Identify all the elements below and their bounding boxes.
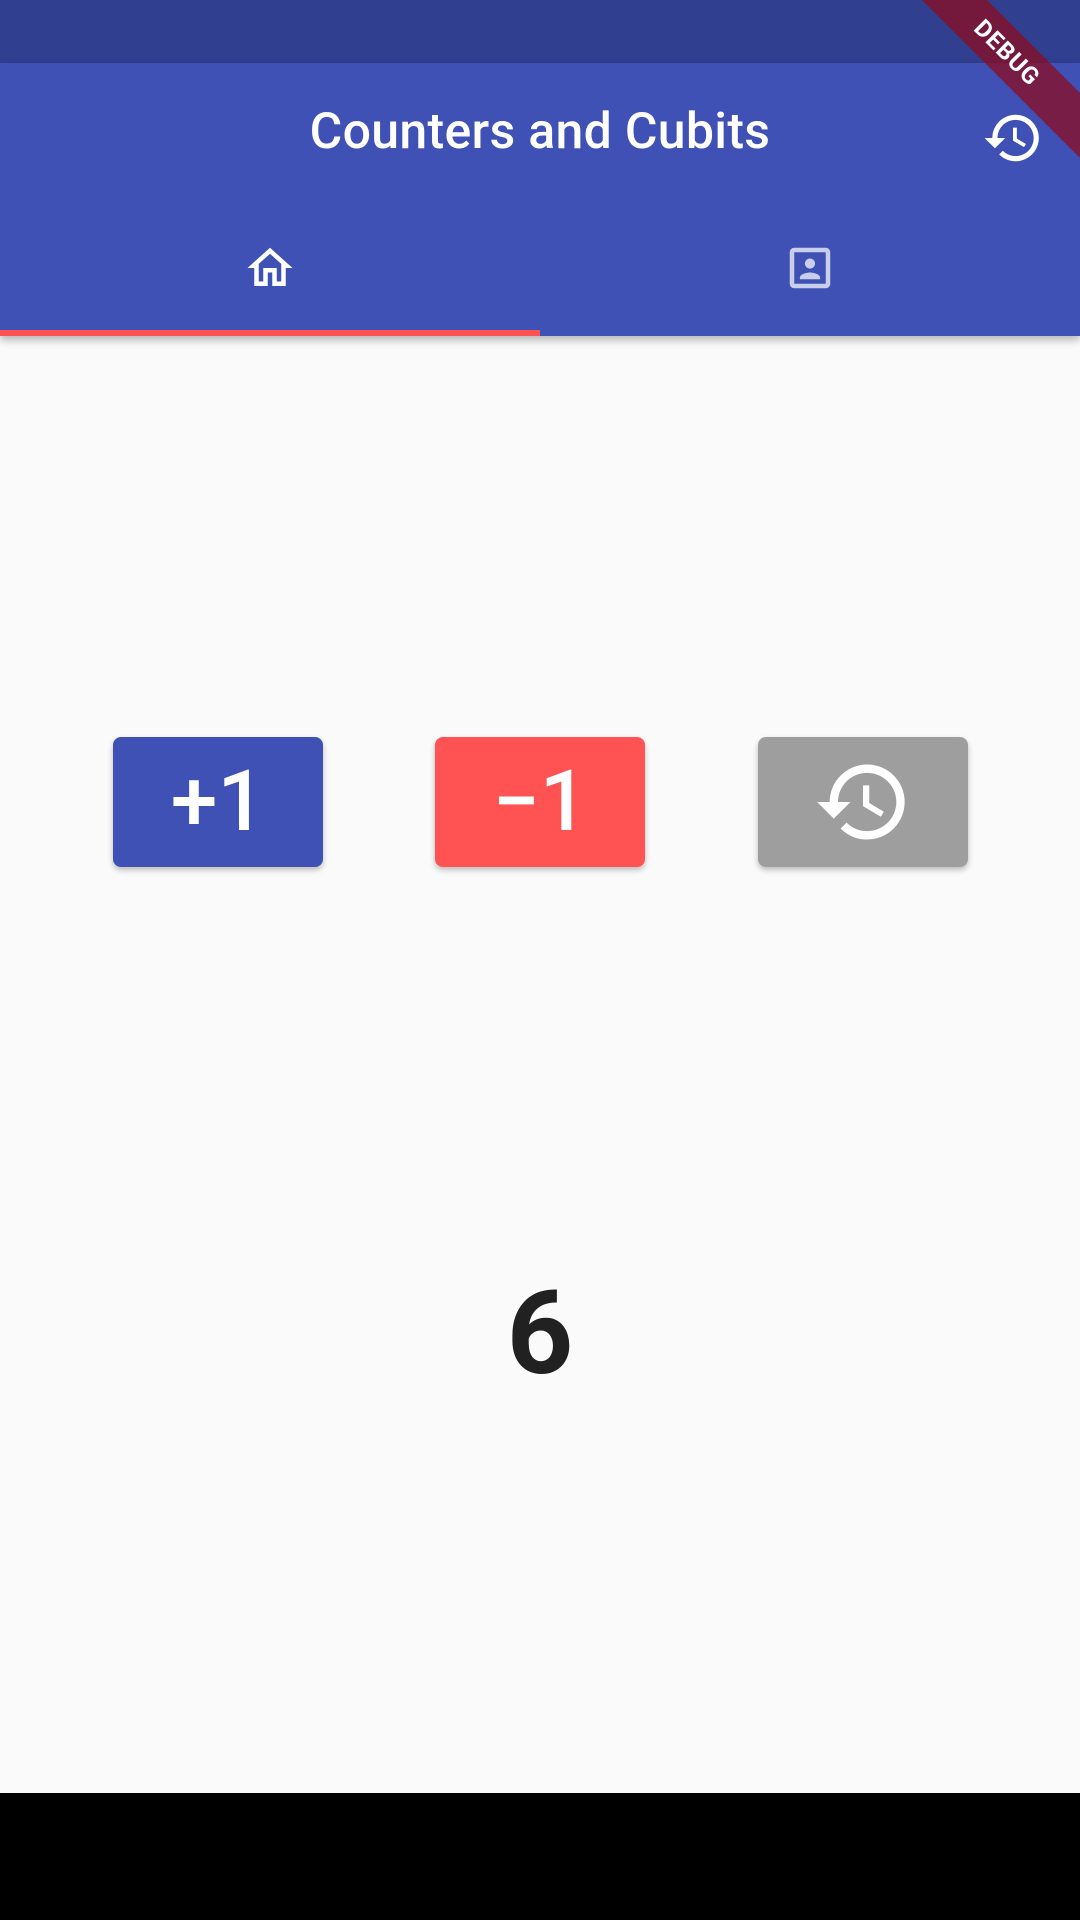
portrait-icon <box>789 247 831 289</box>
tab-selected-indicator <box>0 330 540 336</box>
increment-button[interactable]: +1 <box>113 737 323 867</box>
history-icon <box>817 764 905 840</box>
tab-home[interactable] <box>0 210 540 336</box>
decrement-button[interactable]: −1 <box>435 737 645 867</box>
status-bar <box>0 0 1080 63</box>
tab-profile[interactable] <box>540 210 1080 336</box>
app-bar: Counters and Cubits <box>0 63 1080 336</box>
history-action-button[interactable] <box>982 107 1044 169</box>
system-navigation-bar <box>0 1793 1080 1920</box>
app-screen: Counters and Cubits +1 −1 6 DEBUG <box>0 0 1080 1920</box>
history-icon <box>984 114 1039 162</box>
counter-value: 6 <box>506 1266 574 1402</box>
counter-page: +1 −1 6 <box>0 336 1080 1793</box>
home-icon <box>247 247 293 286</box>
reset-button[interactable] <box>758 737 968 867</box>
app-title: Counters and Cubits <box>309 103 771 161</box>
